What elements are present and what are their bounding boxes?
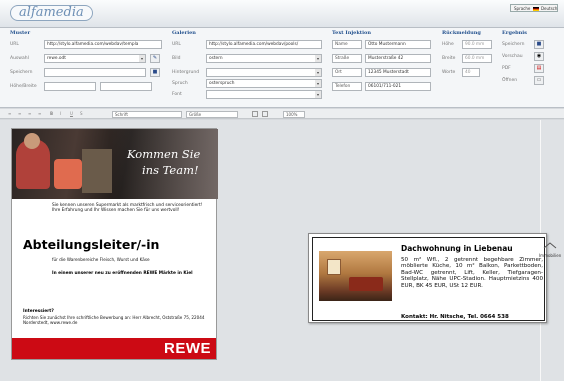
muster-url-input[interactable]: http://stylo.alfamedia.com/webdav/templa	[44, 40, 162, 49]
edit-icon[interactable]: ✎	[150, 54, 160, 63]
rueck-hoehe-value: 90.0 mm	[462, 40, 492, 49]
galerien-font-label: Font	[172, 92, 182, 97]
text-name-label: Name	[332, 40, 362, 49]
apartment-contact: Kontakt: Hr. Nitsche, Tel. 0664 538	[401, 314, 509, 320]
rueck-breite-label: Breite	[442, 56, 456, 61]
muster-url-label: URL	[10, 42, 19, 47]
settings-panel: Muster URL http://stylo.alfamedia.com/web…	[0, 28, 564, 108]
house-icon: Immobilien	[539, 242, 561, 262]
save-icon[interactable]: ■	[150, 68, 160, 77]
section-galerien-title: Galerien	[172, 30, 196, 36]
rueck-worte-value: 40	[462, 68, 480, 77]
muster-auswahl-select[interactable]: rewe.odt	[44, 54, 146, 63]
job-ad-preview[interactable]: Kommen Sie ins Team! Sie kennen unseren …	[11, 128, 218, 360]
ad-location: In einem unserer neu zu eröffnenden REWE…	[52, 271, 193, 276]
ad-slogan-line1: Kommen Sie	[127, 147, 201, 161]
align-left-icon[interactable]: ≡	[8, 111, 11, 117]
galerien-bild-select[interactable]: ostern	[206, 54, 322, 63]
align-center-icon[interactable]: ≡	[18, 111, 21, 117]
ad-intro-text: Sie kennen unseren Supermarkt als marktf…	[52, 203, 203, 213]
section-galerien: Galerien URL http://stylo.alfamedia.com/w…	[172, 30, 322, 104]
image-icon[interactable]	[252, 111, 258, 117]
apartment-ad-preview[interactable]: Dachwohnung in Liebenau 50 m² Wfl., 2 ge…	[308, 233, 547, 323]
italic-icon[interactable]: I	[60, 111, 61, 117]
galerien-spruch-select[interactable]: osterspruch	[206, 79, 322, 88]
text-ort-label: Ort	[332, 68, 362, 77]
text-name-input[interactable]: Otto Mustermann	[365, 40, 431, 49]
apartment-photo	[319, 251, 392, 301]
ad-slogan-line2: ins Team!	[142, 163, 199, 177]
galerien-url-label: URL	[172, 42, 181, 47]
zoom-select[interactable]: 100%	[283, 110, 305, 118]
muster-hoehe-label: Höhe/Breite	[10, 84, 37, 89]
text-strasse-label: Straße	[332, 54, 362, 63]
rueck-worte-label: Worte	[442, 70, 456, 75]
rueck-breite-value: 60.0 mm	[462, 54, 492, 63]
german-flag-icon	[532, 7, 539, 11]
ergebnis-speichern-label: Speichern	[502, 42, 525, 47]
ad-department: für die Warenbereiche Fleisch, Wurst und…	[52, 257, 150, 262]
section-rueck-title: Rückmeldung	[442, 30, 481, 36]
muster-breite-input[interactable]	[100, 82, 152, 91]
section-ergebnis-title: Ergebnis	[502, 30, 527, 36]
galerien-spruch-label: Spruch	[172, 81, 188, 86]
font-select[interactable]: Schrift	[112, 110, 182, 118]
ad-interest-heading: Interessiert?	[23, 309, 54, 314]
apartment-description: 50 m² Wfl., 2 getrennt begehbare Zimmer,…	[401, 257, 543, 289]
app-logo: alfamedia	[10, 5, 93, 21]
section-muster: Muster URL http://stylo.alfamedia.com/web…	[10, 30, 162, 96]
rueck-hoehe-label: Höhe	[442, 42, 454, 47]
language-select[interactable]: Sprache Deutsch	[510, 4, 558, 12]
rewe-logo: REWE	[164, 340, 211, 357]
text-telefon-input[interactable]: 06101/711-021	[365, 82, 431, 91]
section-muster-title: Muster	[10, 30, 31, 36]
galerien-bild-label: Bild	[172, 56, 181, 61]
bold-icon[interactable]: B	[50, 111, 53, 117]
galerien-hintergrund-label: Hintergrund	[172, 70, 200, 75]
text-telefon-label: Telefon	[332, 82, 362, 91]
galerien-font-select[interactable]	[206, 90, 322, 99]
ergebnis-pdf-label: PDF	[502, 66, 511, 71]
language-value: Deutsch	[540, 6, 558, 11]
section-rueckmeldung: Rückmeldung Höhe 90.0 mm Breite 60.0 mm Wo…	[442, 30, 494, 82]
align-justify-icon[interactable]: ≡	[38, 111, 41, 117]
frame-icon[interactable]	[262, 111, 268, 117]
ad-frame: Dachwohnung in Liebenau 50 m² Wfl., 2 ge…	[312, 237, 545, 321]
text-ort-input[interactable]: 12345 Musterstadt	[365, 68, 431, 77]
ergebnis-oeffnen-label: Öffnen	[502, 78, 518, 83]
app-window: alfamedia Sprache Deutsch Muster URL http…	[0, 0, 564, 381]
muster-hoehe-input[interactable]	[44, 82, 96, 91]
language-label: Sprache	[514, 6, 531, 11]
galerien-hintergrund-select[interactable]	[206, 68, 322, 77]
muster-auswahl-label: Auswahl	[10, 56, 29, 61]
strike-icon[interactable]: S	[80, 111, 83, 117]
preview-icon[interactable]: ◉	[534, 52, 544, 61]
ad-apply-text: Richten Sie zunächst Ihre schriftliche B…	[23, 315, 205, 325]
ad-job-title: Abteilungsleiter/-in	[23, 237, 160, 252]
apartment-title: Dachwohnung in Liebenau	[401, 244, 513, 253]
galerien-url-input[interactable]: http://stylo.alfamedia.com/webdav/pools/	[206, 40, 322, 49]
save-icon[interactable]: ■	[534, 40, 544, 49]
ergebnis-vorschau-label: Vorschau	[502, 54, 523, 59]
open-icon[interactable]: ▭	[534, 76, 544, 85]
ad-brand-bar: REWE	[12, 338, 216, 359]
section-text-title: Text Injektion	[332, 30, 371, 36]
align-right-icon[interactable]: ≡	[28, 111, 31, 117]
pdf-icon[interactable]: ▤	[534, 64, 544, 73]
size-select[interactable]: Größe	[186, 110, 238, 118]
section-text-injektion: Text Injektion Name Otto Mustermann Straß…	[332, 30, 432, 96]
section-ergebnis: Ergebnis Speichern ■ Vorschau ◉ PDF ▤ Öffne…	[502, 30, 560, 90]
text-strasse-input[interactable]: Musterstraße 42	[365, 54, 431, 63]
muster-speichern-input[interactable]	[44, 68, 146, 77]
category-tag: Immobilien	[539, 252, 562, 258]
app-header: alfamedia Sprache Deutsch	[0, 0, 564, 28]
muster-speichern-label: Speichern	[10, 70, 33, 75]
format-toolbar: ≡ ≡ ≡ ≡ B I U S Schrift Größe 100%	[0, 109, 564, 119]
underline-icon[interactable]: U	[70, 111, 73, 117]
